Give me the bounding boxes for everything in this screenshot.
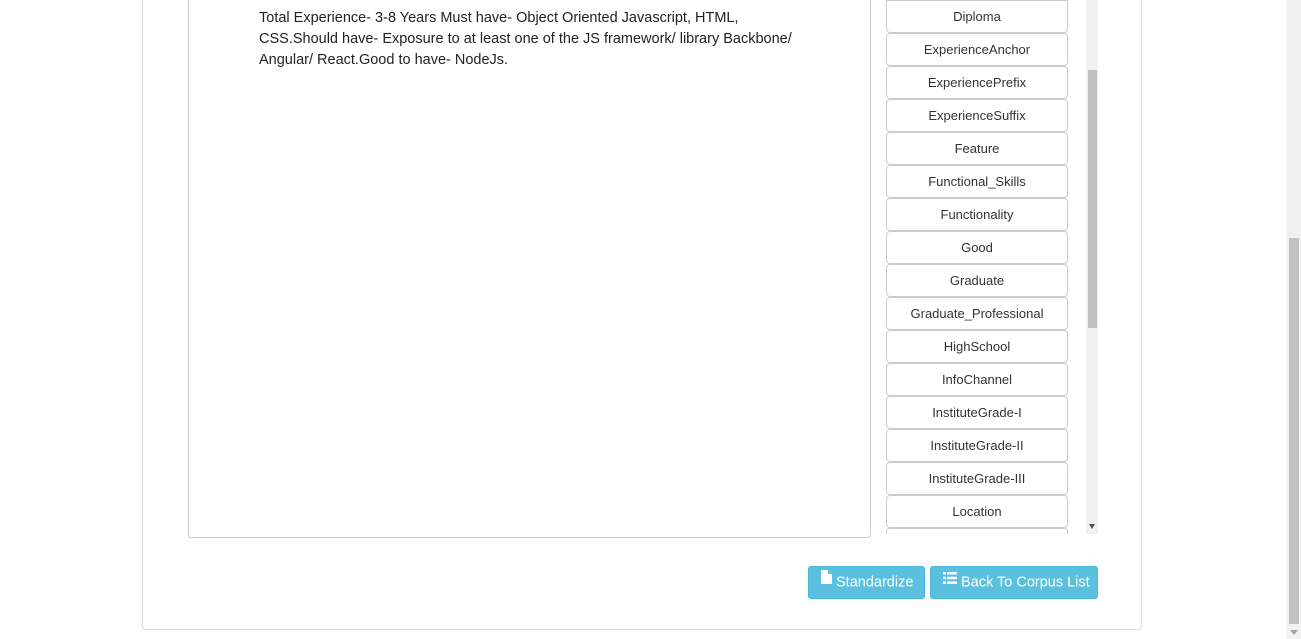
back-to-corpus-list-button[interactable]: Back To Corpus List [930,566,1098,599]
page-scroll-down-arrow-icon[interactable] [1290,630,1298,635]
list-icon [943,565,957,596]
entity-tag-button[interactable]: ExperienceSuffix [886,99,1068,132]
file-icon [821,565,832,596]
standardize-label: Standardize [836,574,914,591]
entity-tag-button[interactable]: Feature [886,132,1068,165]
entity-tag-button[interactable]: Location [886,495,1068,528]
standardize-button[interactable]: Standardize [808,566,925,599]
entity-tag-list: Diploma ExperienceAnchor ExperiencePrefix E… [886,0,1068,534]
page-scrollbar-thumb[interactable] [1289,238,1299,624]
entity-tag-button[interactable]: InstituteGrade-I [886,396,1068,429]
entity-tag-button[interactable]: ExperienceAnchor [886,33,1068,66]
entity-tag-button[interactable]: HighSchool [886,330,1068,363]
entity-tag-button[interactable]: ExperiencePrefix [886,66,1068,99]
back-to-corpus-list-label: Back To Corpus List [961,574,1090,591]
entity-tag-button[interactable]: Graduate [886,264,1068,297]
document-text[interactable]: Total Experience- 3-8 Years Must have- O… [259,8,819,71]
entity-tag-button[interactable]: InstituteGrade-II [886,429,1068,462]
document-text-area[interactable] [188,0,871,538]
entity-tag-button[interactable]: Diploma [886,0,1068,33]
scroll-down-arrow-icon[interactable] [1089,524,1095,529]
tag-list-scrollbar-thumb[interactable] [1088,70,1097,328]
entity-tag-button[interactable]: Functionality [886,198,1068,231]
entity-tag-button[interactable]: Functional_Skills [886,165,1068,198]
entity-tag-button[interactable]: Graduate_Professional [886,297,1068,330]
entity-tag-button[interactable]: Good [886,231,1068,264]
entity-tag-button[interactable]: InstituteGrade-III [886,462,1068,495]
entity-tag-button[interactable]: InfoChannel [886,363,1068,396]
page-scrollbar[interactable] [1287,0,1301,639]
tag-list-scrollbar[interactable] [1086,0,1098,534]
entity-tag-button[interactable] [886,528,1068,534]
